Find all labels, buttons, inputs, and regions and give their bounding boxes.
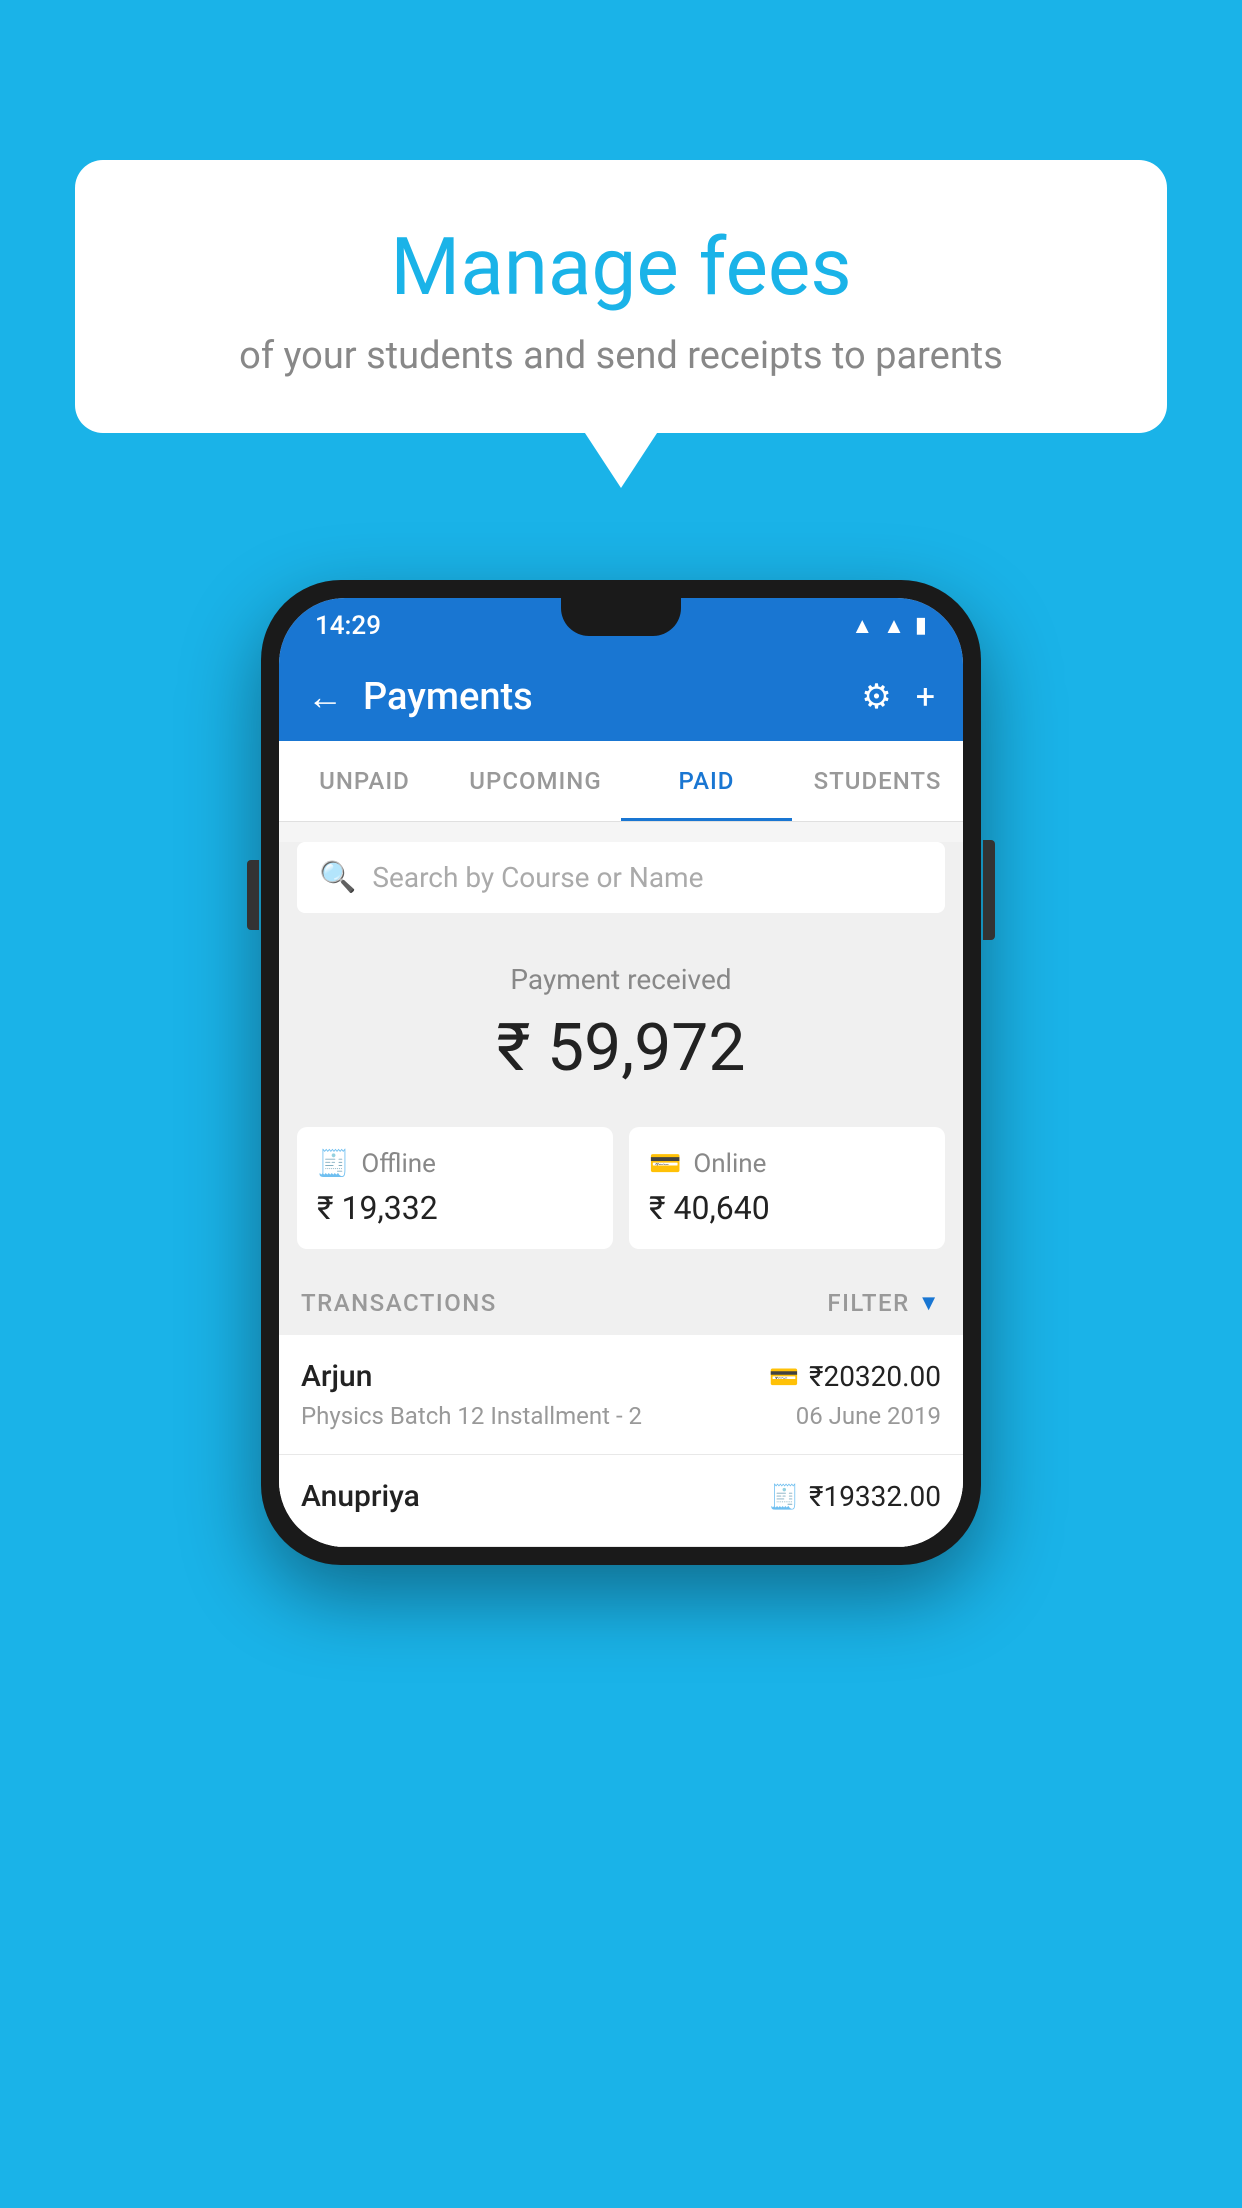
tab-unpaid[interactable]: UNPAID [279,741,450,821]
transaction-amount-2: ₹19332.00 [809,1480,941,1513]
search-input[interactable]: Search by Course or Name [372,861,703,894]
offline-icon: 🧾 [317,1149,349,1179]
tab-paid[interactable]: PAID [621,741,792,821]
transactions-label: TRANSACTIONS [301,1289,497,1317]
transaction-amount: ₹20320.00 [809,1360,941,1393]
transaction-row1: Arjun 💳 ₹20320.00 [301,1359,941,1394]
transaction-name-2: Anupriya [301,1479,420,1514]
transaction-item-anupriya[interactable]: Anupriya 🧾 ₹19332.00 [279,1455,963,1547]
status-bar: 14:29 ▲ ▲ ▮ [279,598,963,653]
content-area: 🔍 Search by Course or Name Payment recei… [279,842,963,1547]
transaction-amount-wrapper-2: 🧾 ₹19332.00 [769,1480,941,1513]
transactions-header: TRANSACTIONS FILTER ▼ [279,1269,963,1335]
offline-label: Offline [361,1149,436,1179]
payment-amount: ₹ 59,972 [299,1010,943,1087]
phone-mockup: 14:29 ▲ ▲ ▮ ← Payments ⚙ + UNPAID UPCO [261,580,981,1565]
transaction-row2: Physics Batch 12 Installment - 2 06 June… [301,1402,941,1430]
bubble-subtitle: of your students and send receipts to pa… [125,334,1117,378]
transaction-date: 06 June 2019 [796,1402,941,1430]
transaction-course: Physics Batch 12 Installment - 2 [301,1402,642,1430]
payment-type-icon-2: 🧾 [769,1483,799,1511]
online-card-header: 💳 Online [649,1149,925,1179]
notch [561,598,681,636]
online-card: 💳 Online ₹ 40,640 [629,1127,945,1249]
payment-type-icon: 💳 [769,1363,799,1391]
phone-inner: 14:29 ▲ ▲ ▮ ← Payments ⚙ + UNPAID UPCO [279,598,963,1547]
tabs: UNPAID UPCOMING PAID STUDENTS [279,741,963,822]
search-bar[interactable]: 🔍 Search by Course or Name [297,842,945,913]
transaction-row1-2: Anupriya 🧾 ₹19332.00 [301,1479,941,1514]
app-bar-actions: ⚙ + [861,677,935,717]
filter-icon: ▼ [918,1290,941,1316]
tab-students[interactable]: STUDENTS [792,741,963,821]
offline-card-header: 🧾 Offline [317,1149,593,1179]
tab-upcoming[interactable]: UPCOMING [450,741,621,821]
online-amount: ₹ 40,640 [649,1189,925,1227]
transaction-name: Arjun [301,1359,372,1394]
status-icons: ▲ ▲ ▮ [851,613,927,639]
bubble-title: Manage fees [125,220,1117,314]
filter-label: FILTER [827,1289,909,1317]
payment-cards: 🧾 Offline ₹ 19,332 💳 Online ₹ 40,640 [279,1107,963,1269]
offline-card: 🧾 Offline ₹ 19,332 [297,1127,613,1249]
speech-bubble: Manage fees of your students and send re… [75,160,1167,433]
settings-icon[interactable]: ⚙ [861,677,891,717]
phone-outer: 14:29 ▲ ▲ ▮ ← Payments ⚙ + UNPAID UPCO [261,580,981,1565]
add-icon[interactable]: + [916,677,935,717]
app-title: Payments [363,675,841,719]
transaction-item-arjun[interactable]: Arjun 💳 ₹20320.00 Physics Batch 12 Insta… [279,1335,963,1455]
offline-amount: ₹ 19,332 [317,1189,593,1227]
filter-button[interactable]: FILTER ▼ [827,1289,941,1317]
payment-label: Payment received [299,963,943,996]
back-button[interactable]: ← [307,676,343,718]
payment-received-section: Payment received ₹ 59,972 [279,933,963,1107]
app-bar: ← Payments ⚙ + [279,653,963,741]
battery-icon: ▮ [915,613,927,638]
signal-icon: ▲ [883,613,905,639]
transaction-amount-wrapper: 💳 ₹20320.00 [769,1360,941,1393]
wifi-icon: ▲ [851,613,873,639]
online-label: Online [693,1149,766,1179]
search-icon: 🔍 [319,860,356,895]
status-time: 14:29 [315,611,381,641]
online-icon: 💳 [649,1149,681,1179]
